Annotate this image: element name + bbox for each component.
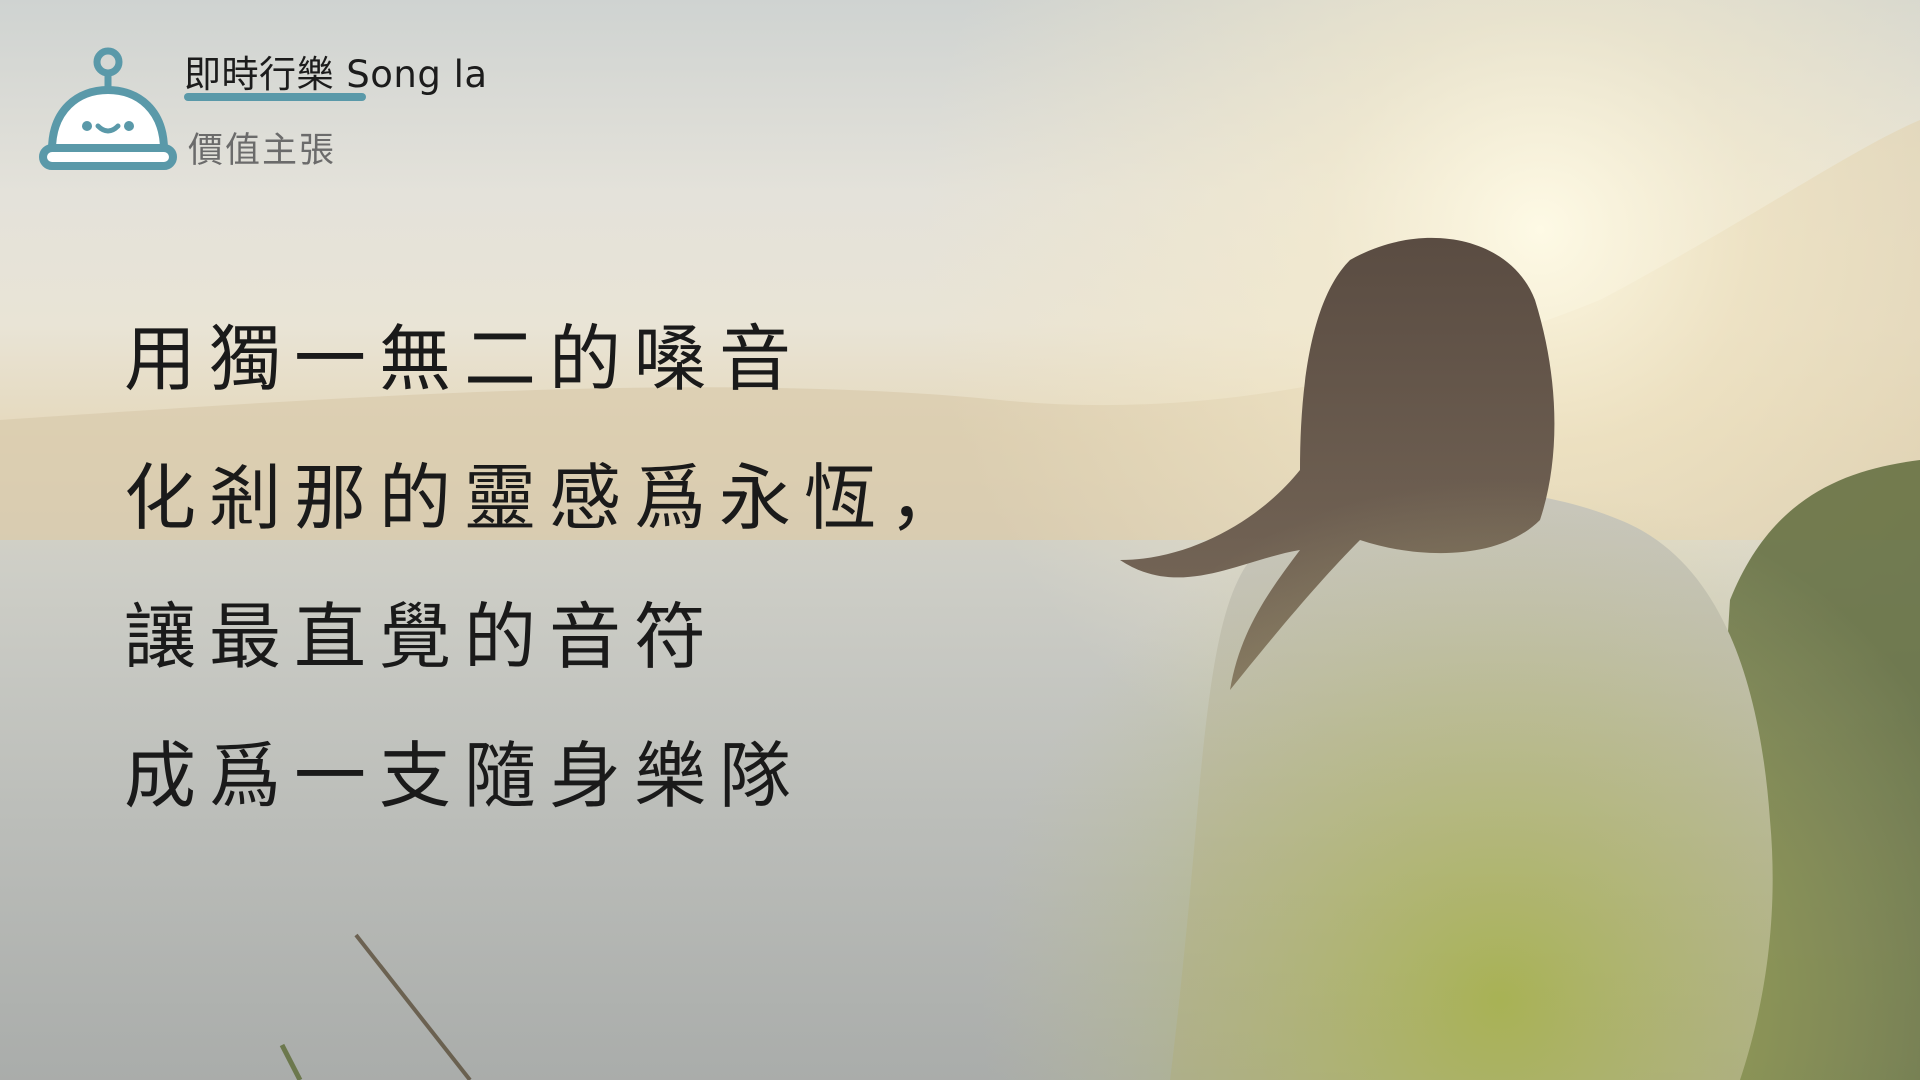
statement-line: 化剎那的靈感爲永恆， — [124, 456, 975, 540]
robot-bell-icon — [38, 46, 178, 172]
statement-line: 讓最直覺的音符 — [124, 595, 720, 679]
statement-line: 用獨一無二的嗓音 — [124, 317, 805, 401]
value-proposition-text: 用獨一無二的嗓音 化剎那的靈感爲永恆， 讓最直覺的音符 成爲一支隨身樂隊 — [124, 290, 974, 846]
brand-title: 即時行樂 Song la — [184, 53, 488, 96]
brand-underline — [184, 93, 366, 101]
section-subtitle: 價值主張 — [188, 131, 337, 171]
statement-line: 成爲一支隨身樂隊 — [124, 734, 805, 818]
